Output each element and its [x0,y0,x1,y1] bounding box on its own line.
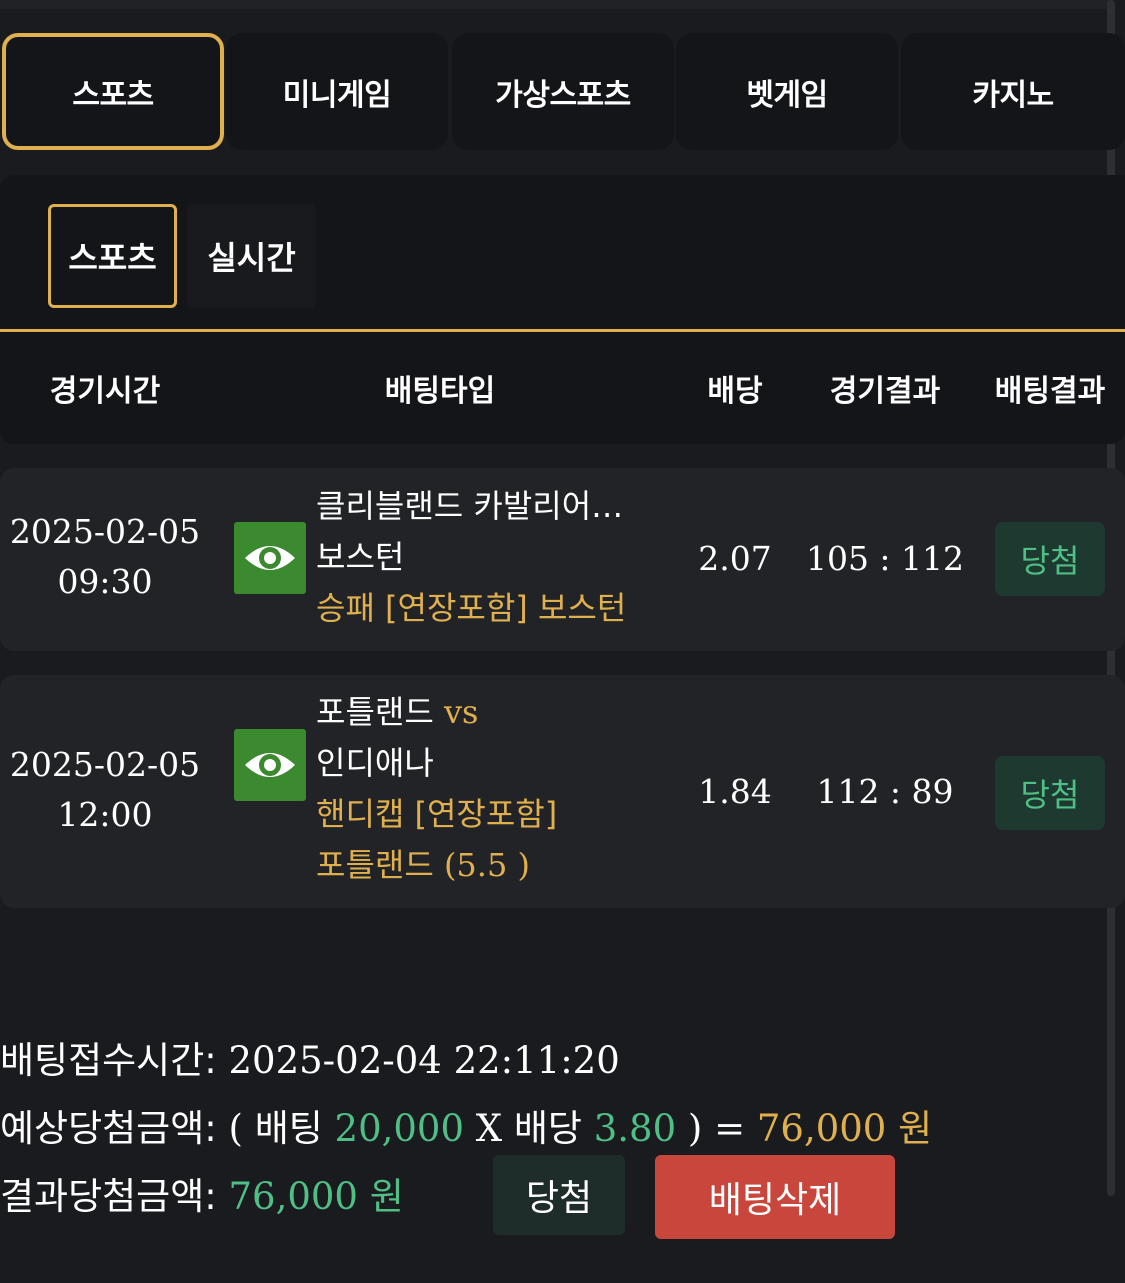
bet-time-label: 배팅접수시간: [0,1039,217,1082]
table-row: 2025-02-05 09:30 클리블랜드 카발리어… 보스턴 승패 [연장포… [0,468,1125,651]
sub-tab-panel: 스포츠 실시간 [0,175,1125,330]
stake-amount: 20,000 [334,1107,465,1150]
match-date: 2025-02-05 [9,745,201,784]
result-label: 결과당첨금액: [0,1175,217,1218]
game-score: 112 : 89 [816,771,954,811]
tab-minigame[interactable]: 미니게임 [226,33,448,150]
match-time: 09:30 [57,562,153,601]
multiply-sign: X [475,1107,503,1150]
subtab-sports[interactable]: 스포츠 [48,204,177,308]
bet-detail: 클리블랜드 카발리어… 보스턴 승패 [연장포함] 보스턴 [316,481,676,634]
result-amount: 76,000 원 [228,1175,404,1218]
table-header: 경기시간 배팅타입 배당 경기결과 배팅결과 [0,332,1125,444]
eye-icon [245,546,295,570]
col-time: 경기시간 [49,374,161,409]
stake-label: 배팅 [254,1107,323,1150]
delete-bet-button[interactable]: 배팅삭제 [655,1155,895,1239]
expected-label: 예상당첨금액: [0,1107,217,1150]
tab-sports[interactable]: 스포츠 [2,33,224,150]
match-home: 클리블랜드 카발리어… [316,487,624,525]
bet-detail: 포틀랜드 vs 인디애나 핸디캡 [연장포함] 포틀랜드 (5.5 ) [316,687,676,891]
result-badge: 당첨 [995,522,1105,596]
col-bet-type: 배팅타입 [384,374,496,409]
subtab-live[interactable]: 실시간 [187,204,316,308]
tab-betgame[interactable]: 벳게임 [676,33,898,150]
bet-pick-team: 포틀랜드 [316,846,434,884]
view-button[interactable] [234,729,306,801]
match-datetime: 2025-02-05 09:30 [0,506,210,608]
match-time: 12:00 [57,795,153,834]
expected-win-line: 예상당첨금액: ( 배팅 20,000 X 배당 3.80 ) = 76,000… [0,1098,932,1152]
tab-virtual-sports[interactable]: 가상스포츠 [452,33,674,150]
bet-pick-handicap: (5.5 ) [443,846,530,884]
game-score: 105 : 112 [805,538,965,578]
col-bet-result: 배팅결과 [994,374,1106,409]
eye-icon [245,753,295,777]
expected-amount: 76,000 원 [756,1107,933,1150]
bet-pick: 핸디캡 [연장포함] [316,795,558,833]
match-away: 인디애나 [316,744,434,782]
odds-label: 배당 [513,1107,582,1150]
bet-time-value: 2025-02-04 22:11:20 [228,1039,620,1082]
match-away: 보스턴 [316,538,405,576]
top-bar [0,0,1110,9]
odds-value: 1.84 [698,771,772,811]
open-paren: ( [228,1107,243,1150]
match-datetime: 2025-02-05 12:00 [0,739,210,841]
col-game-result: 경기결과 [829,374,941,409]
view-button[interactable] [234,522,306,594]
main-tabs: 스포츠 미니게임 가상스포츠 벳게임 카지노 [0,33,1125,150]
col-odds: 배당 [707,374,763,409]
result-badge: 당첨 [995,756,1105,830]
match-date: 2025-02-05 [9,512,201,551]
win-status-button[interactable]: 당첨 [493,1155,625,1235]
bet-time-line: 배팅접수시간: 2025-02-04 22:11:20 [0,1030,620,1084]
vs-label: vs [443,693,479,731]
total-odds: 3.80 [593,1107,677,1150]
match-home: 포틀랜드 [316,693,434,731]
result-win-line: 결과당첨금액: 76,000 원 [0,1166,404,1220]
tab-casino[interactable]: 카지노 [901,33,1125,150]
odds-value: 2.07 [698,538,772,578]
close-paren-equals: ) = [687,1107,746,1150]
bet-pick: 승패 [연장포함] 보스턴 [316,589,627,627]
table-row: 2025-02-05 12:00 포틀랜드 vs 인디애나 핸디캡 [연장포함]… [0,675,1125,908]
